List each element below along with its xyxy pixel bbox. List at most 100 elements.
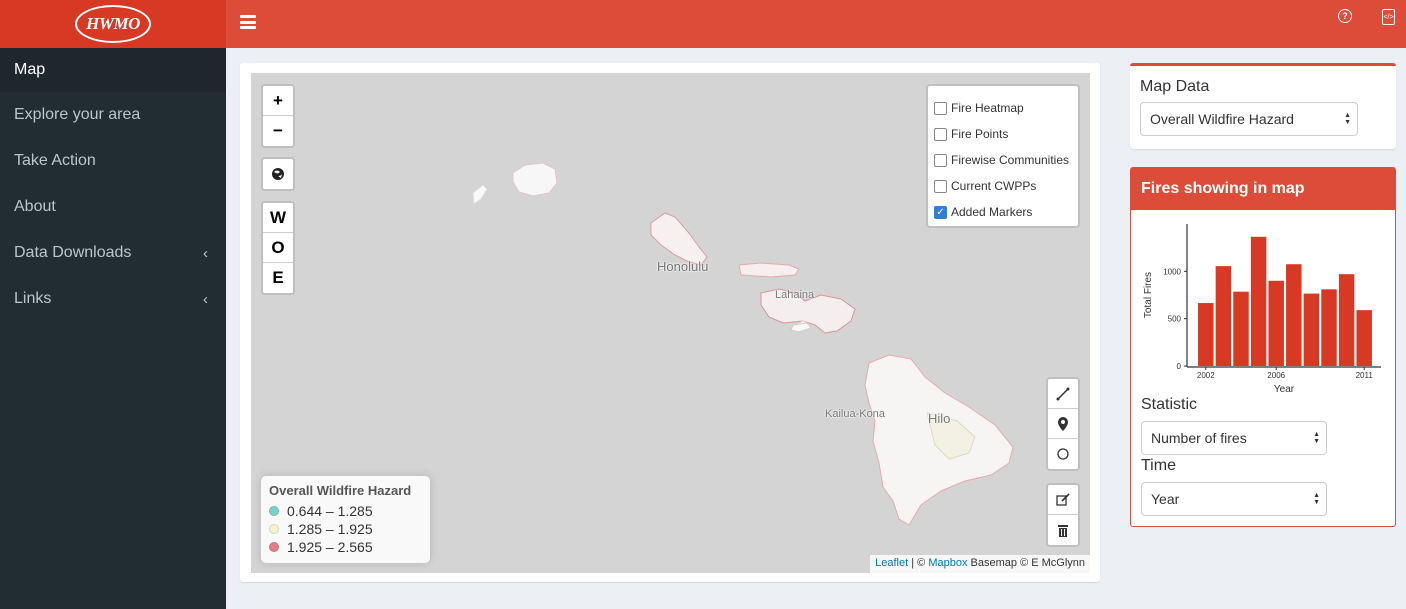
y-tick-label: 500 xyxy=(1168,315,1182,324)
chevron-left-icon: ‹ xyxy=(203,244,208,262)
help-icon[interactable]: ? xyxy=(1338,9,1352,23)
hwmo-logo: HWMO xyxy=(75,5,151,43)
island-molokai xyxy=(738,262,800,278)
globe-icon[interactable] xyxy=(263,159,293,189)
chart-bar xyxy=(1286,264,1302,366)
map-marker-icon[interactable] xyxy=(1048,409,1078,439)
menu-toggle-icon[interactable] xyxy=(240,15,256,29)
trash-icon[interactable] xyxy=(1048,515,1078,545)
zoom-out-button[interactable]: − xyxy=(263,116,293,146)
attribution-separator: | © xyxy=(911,557,926,569)
legend-label: 1.925 – 2.565 xyxy=(287,539,373,555)
select-arrows-icon: ▲ ▼ xyxy=(1313,492,1320,506)
x-tick-label: 2002 xyxy=(1197,371,1215,380)
time-label: Time xyxy=(1141,457,1176,474)
checkbox[interactable] xyxy=(934,127,947,141)
island-niihau xyxy=(472,184,488,205)
legend-swatch xyxy=(269,524,279,534)
map-legend: Overall Wildfire Hazard 0.644 – 1.285 1.… xyxy=(261,476,430,563)
layer-label: Fire Heatmap xyxy=(951,101,1024,115)
map-canvas[interactable]: Honolulu Lahaina Kailua-Kona Hilo + − W … xyxy=(251,73,1090,573)
checkbox-checked[interactable]: ✓ xyxy=(934,205,947,219)
y-axis-label: Total Fires xyxy=(1143,272,1154,318)
top-navbar: ? </> xyxy=(226,0,1406,48)
y-tick-label: 1000 xyxy=(1163,267,1181,276)
sidebar-item-label: About xyxy=(14,198,56,215)
sidebar-item-take-action[interactable]: Take Action xyxy=(0,138,226,184)
region-button-o[interactable]: O xyxy=(263,233,293,263)
region-button-e[interactable]: E xyxy=(263,263,293,293)
chevron-left-icon: ‹ xyxy=(203,290,208,308)
legend-item: 0.644 – 1.285 xyxy=(269,502,422,520)
chart-bar xyxy=(1268,280,1284,366)
fires-chart: 0 500 1000 2002 2006 2011 Year Total Fires xyxy=(1141,222,1386,395)
region-buttons: W O E xyxy=(261,201,295,295)
layer-firewise-communities[interactable]: Firewise Communities xyxy=(934,147,1072,173)
sidebar-item-links[interactable]: Links ‹ xyxy=(0,276,226,322)
select-value: Number of fires xyxy=(1151,430,1247,446)
city-label-lahaina: Lahaina xyxy=(775,289,815,301)
sidebar-item-data-downloads[interactable]: Data Downloads ‹ xyxy=(0,230,226,276)
map-attribution: Leaflet | © Mapbox Basemap © E McGlynn xyxy=(870,555,1090,573)
chart-bar xyxy=(1338,274,1355,366)
logo-area[interactable]: HWMO xyxy=(0,0,226,48)
select-value: Year xyxy=(1151,491,1180,507)
layer-label: Firewise Communities xyxy=(951,153,1070,167)
layer-label: Current CWPPs xyxy=(951,179,1037,193)
fires-panel-title: Fires showing in map xyxy=(1131,168,1395,210)
sidebar-item-explore[interactable]: Explore your area xyxy=(0,92,226,138)
draw-toolbar xyxy=(1046,377,1080,471)
zoom-in-button[interactable]: + xyxy=(263,86,293,116)
chart-bar xyxy=(1356,310,1372,366)
draw-polyline-icon[interactable] xyxy=(1048,379,1078,409)
code-file-icon[interactable]: </> xyxy=(1382,9,1395,25)
chart-bar xyxy=(1250,236,1267,366)
legend-item: 1.925 – 2.565 xyxy=(269,538,422,556)
chart-bar xyxy=(1198,303,1214,366)
select-arrows-icon: ▲ ▼ xyxy=(1344,112,1351,126)
legend-item: 1.285 – 1.925 xyxy=(269,520,422,538)
y-tick-label: 0 xyxy=(1177,362,1182,371)
sidebar-item-label: Map xyxy=(14,61,46,78)
sidebar-item-label: Links xyxy=(14,290,52,307)
edit-icon[interactable] xyxy=(1048,485,1078,515)
zoom-control: + − xyxy=(261,84,295,148)
legend-swatch xyxy=(269,542,279,552)
city-label-kona: Kailua-Kona xyxy=(825,408,885,420)
legend-title: Overall Wildfire Hazard xyxy=(269,483,412,498)
city-label-hilo: Hilo xyxy=(928,411,951,426)
fires-bar-chart: 0 500 1000 2002 2006 2011 Year Total Fires xyxy=(1143,224,1381,395)
checkbox[interactable] xyxy=(934,101,947,115)
legend-label: 0.644 – 1.285 xyxy=(287,503,373,519)
select-value: Overall Wildfire Hazard xyxy=(1150,111,1294,127)
draw-circle-icon[interactable] xyxy=(1048,439,1078,469)
chart-bar xyxy=(1215,266,1232,366)
layer-fire-points[interactable]: Fire Points xyxy=(934,121,1072,147)
island-kauai xyxy=(512,162,558,197)
select-arrows-icon: ▲ ▼ xyxy=(1313,431,1320,445)
statistic-select[interactable]: Number of fires ▲ ▼ xyxy=(1141,421,1327,455)
globe-control xyxy=(261,157,295,191)
layer-fire-heatmap[interactable]: Fire Heatmap xyxy=(934,95,1072,121)
attribution-text: Basemap © E McGlynn xyxy=(970,557,1085,569)
island-oahu xyxy=(650,212,708,266)
checkbox[interactable] xyxy=(934,153,947,167)
x-axis-label: Year xyxy=(1274,384,1295,394)
city-label-honolulu: Honolulu xyxy=(657,259,709,274)
leaflet-link[interactable]: Leaflet xyxy=(875,557,908,569)
time-select[interactable]: Year ▲ ▼ xyxy=(1141,482,1327,516)
sidebar-item-about[interactable]: About xyxy=(0,184,226,230)
layer-label: Fire Points xyxy=(951,127,1009,141)
layers-control: Fire Heatmap Fire Points Firewise Commun… xyxy=(926,84,1080,228)
sidebar-item-label: Explore your area xyxy=(14,106,141,123)
sidebar-item-map[interactable]: Map xyxy=(0,48,226,92)
region-button-w[interactable]: W xyxy=(263,203,293,233)
mapbox-link[interactable]: Mapbox xyxy=(928,557,967,569)
chart-bar xyxy=(1233,291,1249,366)
chart-bar xyxy=(1321,289,1337,366)
map-data-select[interactable]: Overall Wildfire Hazard ▲ ▼ xyxy=(1140,102,1358,136)
layer-current-cwpps[interactable]: Current CWPPs xyxy=(934,173,1072,199)
layer-added-markers[interactable]: ✓ Added Markers xyxy=(934,199,1072,225)
checkbox[interactable] xyxy=(934,179,947,193)
layer-label: Added Markers xyxy=(951,205,1033,219)
